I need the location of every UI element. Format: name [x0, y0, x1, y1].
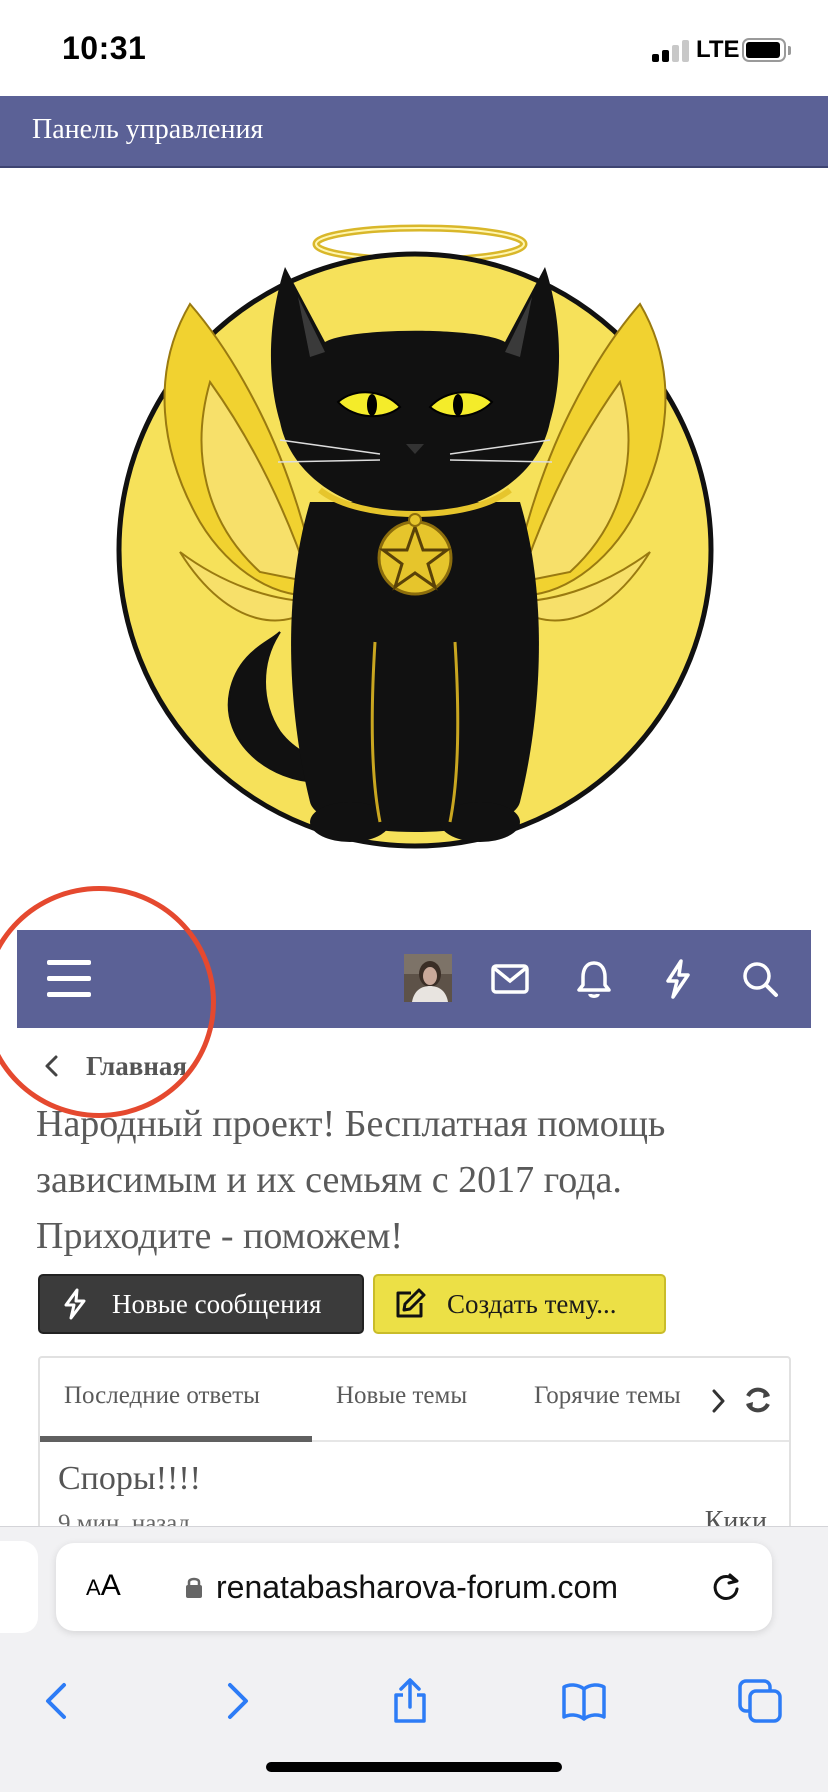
thread-title-link[interactable]: Споры!!!!	[58, 1460, 201, 1498]
tab-latest-replies[interactable]: Последние ответы	[64, 1382, 260, 1410]
forum-nav-bar	[17, 930, 811, 1028]
status-bar: 10:31 LTE	[0, 0, 828, 96]
control-panel-link[interactable]: Панель управления	[32, 114, 263, 146]
user-avatar-image	[404, 954, 452, 1002]
new-posts-label: Новые сообщения	[112, 1288, 322, 1319]
lock-icon	[186, 1577, 202, 1598]
bolt-icon[interactable]	[655, 956, 701, 1002]
tab-bar: Последние ответы Новые темы Горячие темы	[40, 1358, 789, 1442]
edit-icon	[396, 1288, 426, 1318]
text-size-big-label: A	[100, 1569, 121, 1602]
tabs-icon[interactable]	[736, 1677, 784, 1725]
chevron-right-icon[interactable]	[706, 1384, 730, 1418]
control-panel-bar: Панель управления	[0, 96, 828, 168]
url-text[interactable]: renatabasharova-forum.com	[216, 1569, 618, 1606]
previous-tab-edge[interactable]	[0, 1541, 38, 1633]
chevron-left-icon	[45, 1055, 58, 1077]
status-time: 10:31	[62, 30, 147, 66]
mail-icon[interactable]	[487, 956, 533, 1002]
share-icon[interactable]	[386, 1677, 434, 1725]
menu-icon[interactable]	[47, 960, 91, 998]
tab-hot-threads[interactable]: Горячие темы	[534, 1382, 681, 1410]
active-tab-indicator	[40, 1436, 312, 1442]
home-indicator	[266, 1762, 562, 1772]
avatar[interactable]	[404, 954, 452, 1002]
new-posts-button[interactable]: Новые сообщения	[38, 1274, 364, 1334]
refresh-icon[interactable]	[740, 1382, 776, 1418]
angel-black-cat-logo-icon	[116, 224, 714, 849]
browser-toolbar: AA renatabasharova-forum.com	[0, 1526, 828, 1792]
text-size-small-label: A	[86, 1575, 101, 1600]
browser-nav-toolbar	[0, 1647, 828, 1747]
forum-logo[interactable]	[110, 222, 716, 852]
address-bar[interactable]: AA renatabasharova-forum.com	[56, 1543, 772, 1631]
page-title: Народный проект! Бесплатная помощь завис…	[36, 1103, 666, 1257]
create-thread-button[interactable]: Создать тему...	[373, 1274, 666, 1334]
breadcrumb[interactable]: Главная	[40, 1046, 187, 1086]
search-icon[interactable]	[737, 956, 783, 1002]
bell-icon[interactable]	[571, 956, 617, 1002]
bolt-icon	[64, 1288, 86, 1320]
text-size-button[interactable]: AA	[86, 1569, 121, 1603]
back-icon[interactable]	[34, 1677, 82, 1725]
signal-strength-icon	[652, 38, 689, 62]
forward-icon[interactable]	[212, 1677, 260, 1725]
bookmarks-icon[interactable]	[560, 1677, 608, 1725]
tab-new-threads[interactable]: Новые темы	[336, 1382, 467, 1410]
breadcrumb-home-label[interactable]: Главная	[86, 1051, 187, 1082]
reload-icon[interactable]	[708, 1569, 744, 1605]
network-type: LTE	[696, 36, 740, 63]
battery-icon	[742, 38, 791, 62]
create-thread-label: Создать тему...	[447, 1288, 617, 1319]
